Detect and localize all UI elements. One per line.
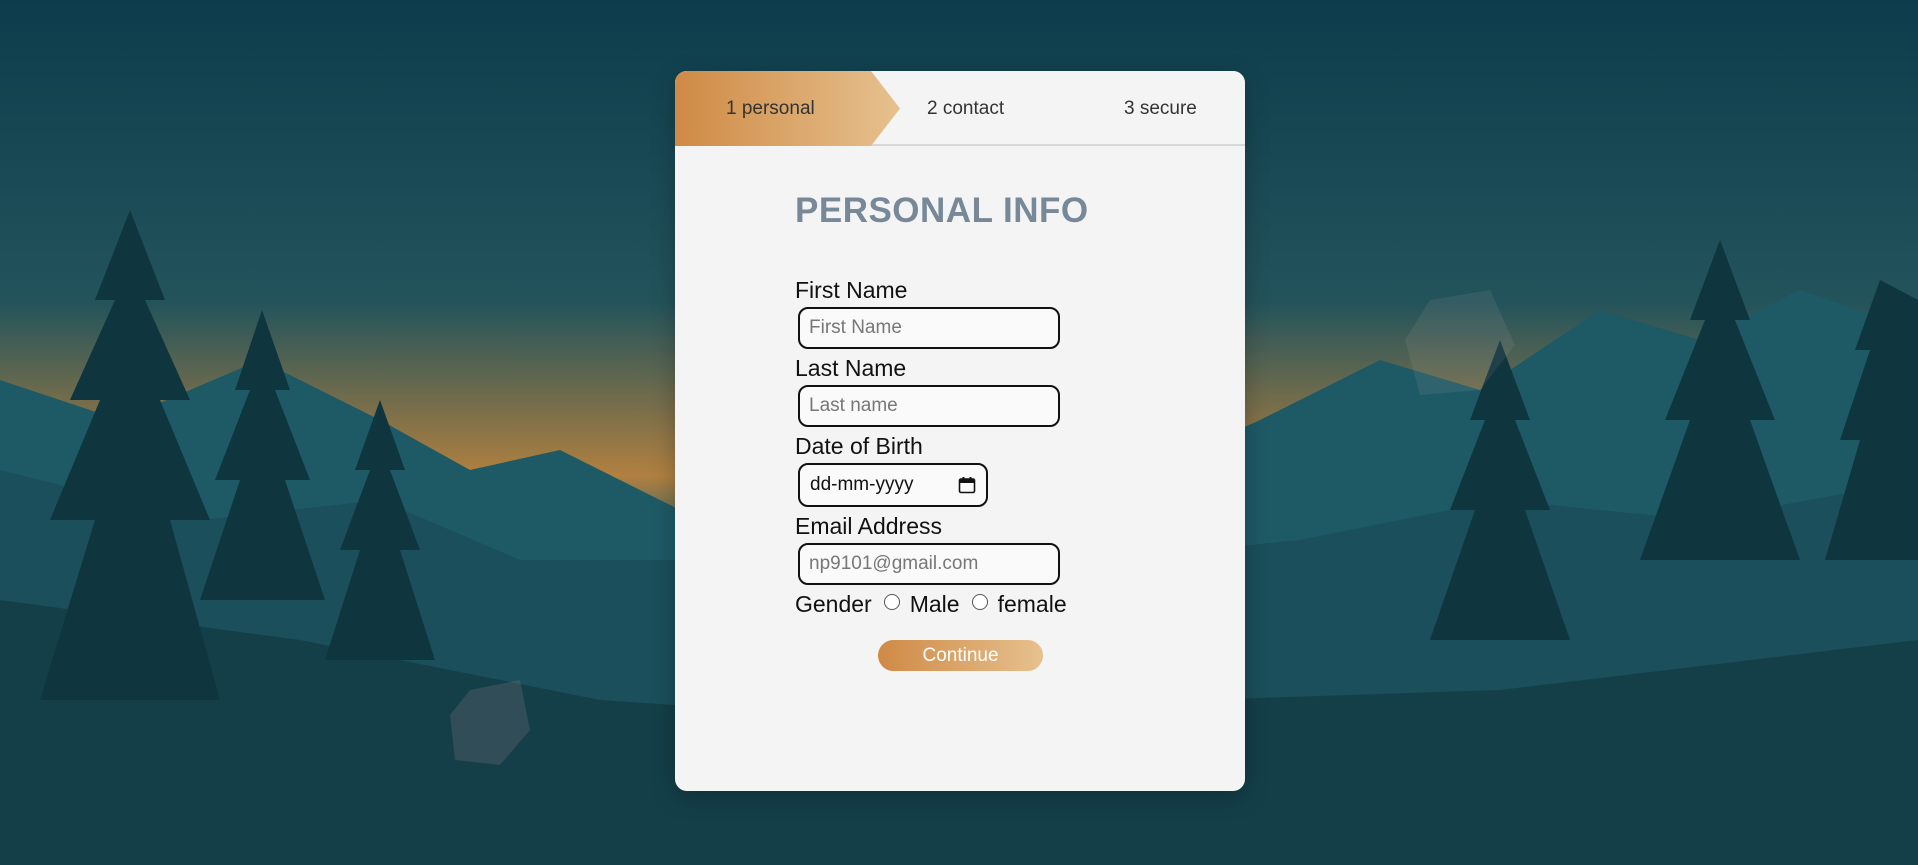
last-name-label: Last Name <box>795 355 907 381</box>
dob-placeholder: dd-mm-yyyy <box>810 474 914 495</box>
gender-female-label[interactable]: female <box>998 591 1067 618</box>
continue-button[interactable]: Continue <box>878 640 1043 671</box>
email-input[interactable] <box>798 543 1060 585</box>
gender-female-radio[interactable] <box>971 593 988 610</box>
calendar-icon[interactable] <box>958 476 976 494</box>
step-secure[interactable]: 3 secure <box>1124 71 1197 146</box>
dob-label: Date of Birth <box>795 433 923 459</box>
step-personal[interactable]: 1 personal <box>726 71 815 146</box>
registration-card: 1 personal 2 contact 3 secure PERSONAL I… <box>675 71 1245 791</box>
personal-info-form: PERSONAL INFO First Name Last Name Date … <box>795 186 1215 671</box>
step-progress-bar: 1 personal 2 contact 3 secure <box>675 71 1245 146</box>
email-label: Email Address <box>795 513 943 539</box>
gender-row: Gender Male female <box>795 591 1215 618</box>
dob-input[interactable]: dd-mm-yyyy <box>798 463 988 507</box>
step-contact[interactable]: 2 contact <box>927 71 1004 146</box>
first-name-label: First Name <box>795 277 908 303</box>
first-name-input[interactable] <box>798 307 1060 349</box>
last-name-input[interactable] <box>798 385 1060 427</box>
form-title: PERSONAL INFO <box>795 191 1089 230</box>
gender-male-label[interactable]: Male <box>910 591 960 618</box>
gender-label: Gender <box>795 591 872 617</box>
gender-male-radio[interactable] <box>883 593 900 610</box>
